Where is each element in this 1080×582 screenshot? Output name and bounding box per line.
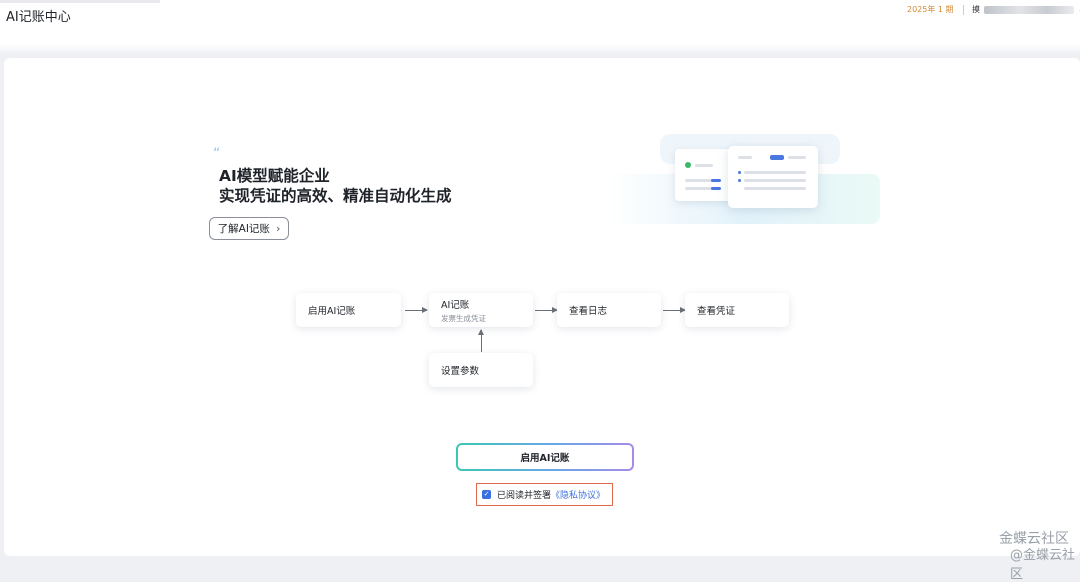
flow-node-ai-title: AI记账 — [441, 299, 470, 311]
hero-title-line1: AI模型赋能企业 — [219, 167, 330, 185]
flow-node-enable: 启用AI记账 — [296, 293, 401, 327]
top-header: AI记账中心 2025年 1 期 摸 ⌄ — [0, 0, 1080, 50]
header-shadow — [0, 44, 1080, 54]
flow-arrow-1 — [405, 307, 428, 313]
flow-node-ai-accounting: AI记账 发票生成凭证 — [429, 293, 533, 327]
flow-node-view-voucher-label: 查看凭证 — [697, 306, 736, 317]
quote-icon: “ — [213, 146, 220, 162]
hero-illustration — [600, 134, 890, 234]
flow-node-view-log-label: 查看日志 — [569, 306, 608, 317]
redacted-user-info — [984, 5, 1074, 14]
app-title: AI记账中心 — [6, 10, 71, 25]
check-icon — [685, 162, 691, 168]
illustration-badge — [770, 155, 784, 160]
flow-node-ai-subtitle: 发票生成凭证 — [441, 313, 486, 323]
tab-strip — [0, 0, 160, 3]
enable-button-label: 启用AI记账 — [458, 445, 632, 469]
flow-node-enable-label: 启用AI记账 — [308, 306, 356, 317]
period-selector[interactable]: 2025年 1 期 — [907, 4, 954, 15]
chevron-right-icon: › — [275, 222, 281, 235]
consent-checkbox[interactable]: ✓ — [482, 490, 491, 499]
consent-text: 已阅读并签署 — [497, 491, 552, 501]
flow-node-settings-label: 设置参数 — [441, 366, 480, 377]
user-initial: 摸 — [972, 5, 980, 14]
flow-arrow-up — [478, 329, 484, 352]
flow-node-view-voucher: 查看凭证 — [685, 293, 789, 327]
enable-ai-accounting-button[interactable]: 启用AI记账 — [456, 443, 634, 471]
flow-node-view-log: 查看日志 — [557, 293, 661, 327]
privacy-policy-link[interactable]: 《隐私协议》 — [551, 488, 605, 501]
illustration-card-invoice — [675, 149, 731, 201]
flow-arrow-2 — [535, 307, 558, 313]
privacy-consent: ✓ 已阅读并签署 《隐私协议》 — [476, 483, 613, 506]
header-divider — [963, 5, 964, 15]
illustration-card-voucher — [728, 146, 818, 208]
watermark-secondary: @金蝶云社区 — [1010, 548, 1076, 582]
flow-arrow-3 — [663, 307, 686, 313]
flow-node-settings: 设置参数 — [429, 353, 533, 387]
main-card: “ AI模型赋能企业 实现凭证的高效、精准自动化生成 了解AI记账 › 启用AI… — [4, 58, 1080, 582]
learn-button-label: 了解AI记账 — [217, 223, 270, 235]
user-menu[interactable]: 摸 ⌄ — [972, 4, 1080, 15]
learn-ai-accounting-button[interactable]: 了解AI记账 › — [209, 217, 289, 240]
hero-title-line2: 实现凭证的高效、精准自动化生成 — [219, 187, 452, 205]
